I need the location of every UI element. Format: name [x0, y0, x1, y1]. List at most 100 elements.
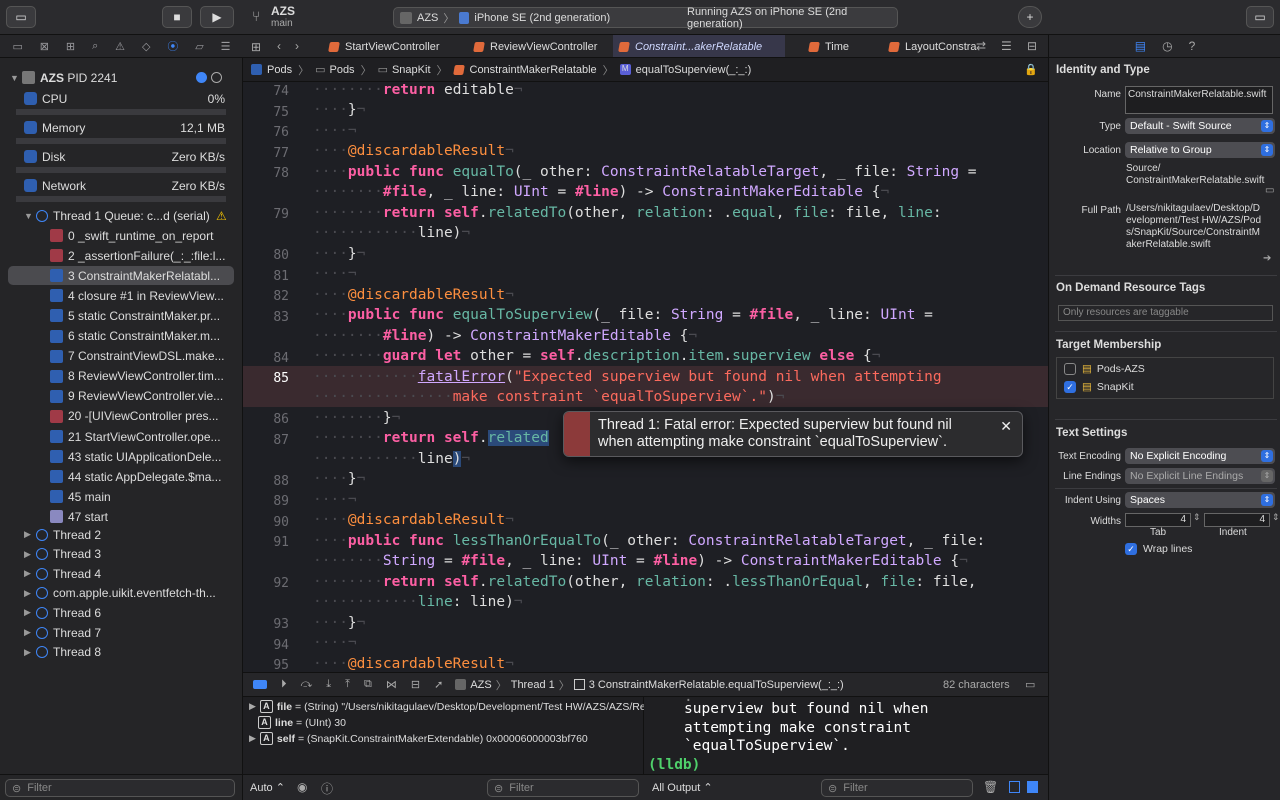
line-number[interactable]: 82 [243, 289, 289, 304]
indent-width-field[interactable]: 4 [1204, 513, 1270, 527]
info-icon[interactable]: ⓘ [321, 780, 333, 797]
tab-constraintmakerrelatable[interactable]: Constraint...akerRelatable [613, 35, 785, 57]
disclosure-open-icon[interactable]: ▼ [24, 211, 34, 221]
sidebar-toggle-icon[interactable]: ▭ [6, 6, 36, 28]
debug-target[interactable]: AZS [470, 679, 491, 691]
warning-icon[interactable]: ⚠ [115, 40, 125, 53]
folder-icon[interactable]: ▭ [12, 40, 22, 53]
line-number[interactable]: 89 [243, 494, 289, 509]
view-hierarchy-icon[interactable]: ⧉ [364, 678, 372, 691]
encoding-select[interactable]: No Explicit Encoding ⇕ [1125, 448, 1275, 464]
tags-field[interactable]: Only resources are taggable [1058, 305, 1273, 321]
disclosure-closed-icon[interactable]: ▶ [249, 733, 256, 744]
navigator-filter-input[interactable]: ⊜ Filter [5, 779, 235, 797]
stack-frame[interactable]: 8 ReviewViewController.tim... [0, 367, 242, 386]
debug-icon[interactable]: ⦿ [167, 38, 178, 54]
variables-view[interactable]: ▶ Afile = (String) "/Users/nikitagulaev/D… [243, 697, 654, 774]
environment-icon[interactable]: ⊟ [411, 678, 420, 691]
line-number[interactable]: 85 [243, 371, 289, 386]
reveal-arrow-icon[interactable]: ➔ [1263, 253, 1271, 264]
disclosure-closed-icon[interactable]: ▶ [24, 627, 34, 638]
thread-row[interactable]: ▶ Thread 2 [0, 525, 242, 544]
split-editor-icon[interactable]: ⊟ [1027, 39, 1037, 53]
tab-layoutconstraint[interactable]: LayoutConstra [883, 35, 978, 57]
variables-scope-select[interactable]: Auto ⌃ [250, 781, 285, 794]
grid-icon[interactable]: ⊞ [251, 40, 261, 54]
stack-frame[interactable]: 43 static UIApplicationDele... [0, 447, 242, 466]
info-icon[interactable] [196, 72, 207, 83]
thread-row[interactable]: ▶ Thread 3 [0, 545, 242, 564]
continue-icon[interactable]: ⏵ [281, 678, 287, 691]
fatal-error-annotation[interactable]: Thread 1: Fatal error: Expected supervie… [563, 411, 1023, 457]
jump-item-file[interactable]: ConstraintMakerRelatable [470, 64, 597, 76]
report-icon[interactable]: ☰ [221, 40, 231, 53]
stack-frame[interactable]: 6 static ConstraintMaker.m... [0, 327, 242, 346]
line-number[interactable]: 92 [243, 576, 289, 591]
disclosure-closed-icon[interactable]: ▶ [24, 607, 34, 618]
line-number[interactable]: 95 [243, 658, 289, 672]
debug-frame[interactable]: 3 ConstraintMakerRelatable.equalToSuperv… [589, 679, 844, 691]
location-select[interactable]: Relative to Group ⇕ [1125, 142, 1275, 158]
jump-item-pods-project[interactable]: Pods [267, 64, 292, 76]
file-icon[interactable]: ▤ [1135, 39, 1146, 53]
line-number[interactable]: 91 [243, 535, 289, 550]
stack-frame[interactable]: 9 ReviewViewController.vie... [0, 387, 242, 406]
line-number[interactable]: 75 [243, 105, 289, 120]
symbol-icon[interactable]: ⊞ [66, 40, 75, 53]
console-output[interactable]: . superview but found nil when attempting… [644, 697, 1048, 774]
indent-select[interactable]: Spaces ⇕ [1125, 492, 1275, 508]
trash-icon[interactable]: 🗑 [983, 780, 998, 794]
tab-reviewviewcontroller[interactable]: ReviewViewController [468, 35, 603, 57]
line-number[interactable]: 87 [243, 433, 289, 448]
stack-frame[interactable]: 20 -[UIViewController pres... [0, 407, 242, 426]
wrap-lines-toggle[interactable]: ✓ Wrap lines [1125, 543, 1192, 555]
name-field[interactable]: ConstraintMakerRelatable.swift [1125, 86, 1273, 114]
related-items-icon[interactable]: ⇄ [976, 39, 986, 53]
help-icon[interactable]: ? [1189, 39, 1196, 53]
output-select[interactable]: All Output ⌃ [652, 781, 713, 794]
line-number[interactable]: 86 [243, 412, 289, 427]
disclosure-closed-icon[interactable]: ▶ [24, 549, 34, 560]
thread-row[interactable]: ▼ Thread 1 Queue: c...d (serial) ⚠ [0, 206, 242, 225]
jump-item-pods-folder[interactable]: Pods [329, 64, 354, 76]
checkbox-checked[interactable]: ✓ [1125, 543, 1137, 555]
gauge-memory[interactable]: Memory 12,1 MB [0, 118, 242, 137]
tab-time[interactable]: Time [803, 35, 878, 57]
test-icon[interactable]: ◇ [142, 40, 150, 53]
checkbox-checked[interactable]: ✓ [1064, 381, 1076, 393]
right-panel-icon[interactable] [1027, 781, 1038, 793]
run-button[interactable]: ▶ [200, 6, 234, 28]
variable-row[interactable]: Aline = (UInt) 30 [249, 716, 346, 729]
disclosure-closed-icon[interactable]: ▶ [24, 529, 34, 540]
eye-icon[interactable]: ◉ [297, 780, 307, 794]
memory-graph-icon[interactable]: ⋈ [386, 678, 397, 691]
line-number[interactable]: 77 [243, 146, 289, 161]
step-into-icon[interactable]: ⤓ [326, 678, 331, 691]
process-row[interactable]: ▼ AZS PID 2241 [0, 68, 242, 87]
step-out-icon[interactable]: ⤒ [345, 678, 350, 691]
thread-row[interactable]: ▶ Thread 4 [0, 564, 242, 583]
line-number[interactable]: 83 [243, 310, 289, 325]
left-panel-icon[interactable] [1009, 781, 1020, 793]
lldb-prompt[interactable]: (lldb) [648, 757, 700, 773]
scheme-name[interactable]: AZS [417, 12, 438, 24]
stack-frame[interactable]: 2 _assertionFailure(_:_:file:l... [0, 246, 242, 265]
history-icon[interactable]: ◷ [1162, 39, 1172, 53]
variables-filter-input[interactable]: ⊜ Filter [487, 779, 639, 797]
stack-frame[interactable]: 0 _swift_runtime_on_report [0, 226, 242, 245]
stack-frame[interactable]: 3 ConstraintMakerRelatabl... [8, 266, 234, 286]
variable-row[interactable]: ▶ Afile = (String) "/Users/nikitagulaev/D… [249, 700, 654, 713]
disclosure-closed-icon[interactable]: ▶ [24, 568, 34, 579]
stack-frame[interactable]: 7 ConstraintViewDSL.make... [0, 347, 242, 366]
folder-icon[interactable]: ▭ [1265, 185, 1274, 196]
stack-frame[interactable]: 4 closure #1 in ReviewView... [0, 286, 242, 305]
variable-row[interactable]: ▶ Aself = (SnapKit.ConstraintMakerExtenda… [249, 732, 588, 745]
location-icon[interactable]: ➚ [434, 678, 443, 691]
close-icon[interactable]: ✕ [1000, 418, 1012, 435]
disclosure-closed-icon[interactable]: ▶ [24, 647, 34, 658]
jump-item-snapkit[interactable]: SnapKit [392, 64, 431, 76]
debug-thread[interactable]: Thread 1 [511, 679, 555, 691]
breakpoints-toggle-icon[interactable] [253, 680, 267, 689]
disclosure-closed-icon[interactable]: ▶ [249, 701, 256, 712]
stack-frame[interactable]: 45 main [0, 487, 242, 506]
